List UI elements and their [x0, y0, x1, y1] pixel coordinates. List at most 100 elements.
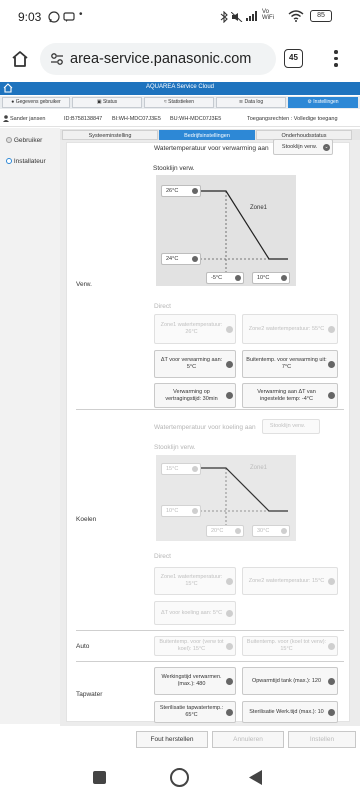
heating-delta-t-set-select[interactable]: Verwarming aan ΔT van ingestelde temp: -… — [242, 383, 338, 408]
section-tapwater: Tapwater — [76, 691, 103, 698]
tab-count: 45 — [289, 53, 298, 62]
chevron-down-icon — [226, 642, 233, 650]
sidebar-item-gebruiker[interactable]: Gebruiker — [6, 137, 42, 144]
nav-gegevens-gebruiker[interactable]: ● Gegevens gebruiker — [2, 97, 70, 108]
section-auto: Auto — [76, 643, 90, 650]
site-settings-icon[interactable] — [50, 52, 64, 66]
device-info-row: Sander jansen ID:B758138847 BI:WH-MDC07J… — [0, 111, 360, 127]
whatsapp-icon — [48, 11, 60, 23]
zone-label: Zone1 — [250, 205, 268, 211]
chevron-down-icon — [226, 392, 233, 399]
auto-cool-to-heat-select[interactable]: Buitentemp. voor (koel tot verw): 15°C — [242, 636, 338, 656]
error-reset-button[interactable]: Fout herstellen — [136, 731, 208, 748]
radio-icon — [6, 158, 12, 164]
browser-toolbar: area-service.panasonic.com 45 — [0, 36, 360, 82]
action-bar: Fout herstellen Annuleren Instellen — [136, 731, 360, 748]
cooling-water-temp-label: Watertemperatuur voor koeling aan — [154, 424, 256, 431]
heating-water-temp-select[interactable]: Stooklijn verw. ⌄ — [273, 139, 333, 155]
clock: 9:03 — [18, 10, 42, 24]
chevron-down-icon — [226, 677, 233, 685]
nav-statistieken[interactable]: ≈ Statistieken — [144, 97, 214, 108]
nav-status[interactable]: ▣ Status — [72, 97, 142, 108]
cooling-curve-graph: Zone1 15°C 10°C 20°C 30°C — [156, 455, 296, 541]
chevron-down-icon — [328, 708, 335, 716]
chevron-down-icon — [281, 275, 287, 281]
home-button-icon[interactable] — [170, 768, 189, 787]
home-icon[interactable] — [11, 50, 29, 68]
url-field[interactable]: area-service.panasonic.com — [40, 43, 276, 75]
nav-data-log[interactable]: ≌ Data log — [216, 97, 286, 108]
menu-icon[interactable] — [334, 50, 338, 68]
zone-label: Zone1 — [250, 465, 268, 471]
message-icon — [63, 12, 75, 22]
divider — [76, 630, 344, 631]
cancel-button[interactable]: Annuleren — [212, 731, 284, 748]
cooling-water-temp-select[interactable]: Stooklijn verw. — [262, 419, 320, 434]
chevron-down-icon — [235, 528, 241, 534]
chevron-down-icon — [226, 708, 233, 716]
tapwater-sterilize-temp-select[interactable]: Sterilisatie tapwatertemp.: 65°C — [154, 701, 236, 723]
section-koelen: Koelen — [76, 516, 97, 523]
cooling-outdoor-high-select[interactable]: 30°C — [252, 525, 290, 537]
cooling-zone2-water-temp[interactable]: Zone2 watertemperatuur: 15°C — [242, 567, 338, 595]
tab-bedrijfsinstellingen[interactable]: Bedrijfsinstellingen — [159, 130, 255, 140]
app-header: AQUAREA Service Cloud — [0, 82, 360, 95]
cooling-low-temp-select[interactable]: 10°C — [161, 505, 201, 517]
tapwater-work-time-select[interactable]: Werkingstijd verwarmen. (max.): 480 — [154, 667, 236, 695]
heating-zone2-water-temp[interactable]: Zone2 watertemperatuur: 55°C — [242, 314, 338, 344]
signal-icon — [246, 11, 257, 21]
dot-indicator: • — [79, 9, 83, 20]
access-rights: Toegangsrechten : Volledige toegang — [247, 116, 338, 122]
status-bar: 9:03 • Vo WiFi 85 — [0, 0, 360, 36]
cooling-zone1-water-temp[interactable]: Zone1 watertemperatuur: 15°C — [154, 567, 236, 595]
tapwater-sterilize-time-select[interactable]: Sterilisatie Werk.tijd (max.): 10 — [242, 701, 338, 723]
battery-icon: 85 — [310, 10, 332, 22]
radio-icon — [6, 137, 12, 143]
url-text: area-service.panasonic.com — [70, 51, 252, 67]
cooling-delta-t-select[interactable]: ΔT voor koeling aan: 5°C — [154, 601, 236, 625]
chevron-down-icon — [192, 256, 198, 262]
nav-instellingen[interactable]: ⚙ Instellingen — [288, 97, 358, 108]
battery-level: 85 — [317, 12, 325, 19]
device-id: ID:B758138847 — [64, 116, 103, 122]
chevron-down-icon — [226, 609, 233, 617]
recents-icon[interactable] — [93, 771, 106, 784]
mute-icon — [231, 12, 243, 22]
chevron-down-icon — [328, 392, 335, 399]
back-icon[interactable] — [248, 769, 263, 786]
sidebar-item-installateur[interactable]: Installateur — [6, 158, 46, 165]
user-icon — [3, 115, 9, 122]
set-button[interactable]: Instellen — [288, 731, 356, 748]
heating-outdoor-off-select[interactable]: Buitentemp. voor verwarming uit: 7°C — [242, 350, 338, 378]
chevron-down-icon — [328, 577, 335, 585]
chevron-down-icon — [192, 508, 198, 514]
heating-high-temp-select[interactable]: 26°C — [161, 185, 201, 197]
chevron-down-icon — [281, 528, 287, 534]
heating-water-temp-label: Watertemperatuur voor verwarming aan — [154, 145, 269, 152]
main-nav: ● Gegevens gebruiker ▣ Status ≈ Statisti… — [0, 96, 360, 109]
chevron-down-icon — [328, 642, 335, 650]
heating-delta-t-select[interactable]: ΔT voor verwarming aan: 5°C — [154, 350, 236, 378]
chevron-down-icon — [226, 577, 233, 585]
chevron-down-icon: ⌄ — [323, 143, 330, 151]
tapwater-warmup-time-select[interactable]: Opwarmtijd tank (max.): 120 — [242, 667, 338, 695]
chevron-down-icon — [192, 466, 198, 472]
heating-delay-select[interactable]: Verwarming op vertragingstijd: 30min — [154, 383, 236, 408]
user-name: Sander jansen — [10, 116, 46, 122]
heating-low-temp-select[interactable]: 24°C — [161, 253, 201, 265]
android-nav-bar — [0, 750, 360, 800]
cooling-high-temp-select[interactable]: 15°C — [161, 463, 201, 475]
app-title: AQUAREA Service Cloud — [145, 84, 215, 90]
cooling-outdoor-low-select[interactable]: 20°C — [206, 525, 244, 537]
chevron-down-icon — [192, 188, 198, 194]
heating-outdoor-high-select[interactable]: 10°C — [252, 272, 290, 284]
tab-systeeminstelling[interactable]: Systeeminstelling — [62, 130, 158, 140]
heating-direct-label: Direct — [154, 303, 171, 310]
section-verw: Verw. — [76, 281, 92, 288]
heating-zone1-water-temp[interactable]: Zone1 watertemperatuur: 26°C — [154, 314, 236, 344]
tab-switcher-button[interactable]: 45 — [284, 49, 303, 68]
heating-outdoor-low-select[interactable]: -5°C — [206, 272, 244, 284]
auto-heat-to-cool-select[interactable]: Buitentemp. voor (verw tot koel): 15°C — [154, 636, 236, 656]
outdoor-unit: BU:WH-MDC07J3E5 — [170, 116, 222, 122]
wifi-icon — [288, 10, 304, 22]
